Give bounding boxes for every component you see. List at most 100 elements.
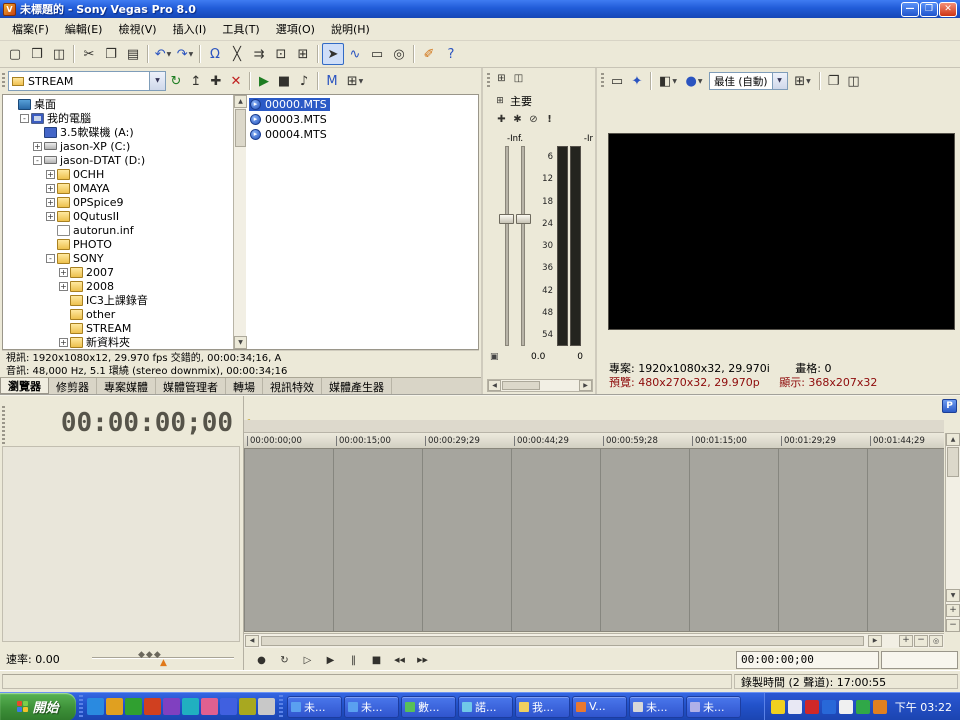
delete-icon[interactable]: ✕ [226,71,246,91]
taskbar-window-button[interactable]: 數... [401,696,456,718]
track-area[interactable] [244,449,944,632]
auto-preview-icon[interactable]: ♪ [294,71,314,91]
scroll-thumb[interactable] [502,381,540,390]
mixer-drag-handle[interactable] [487,73,490,89]
timeline-vertical-scrollbar[interactable]: ▲ ▼ + − [945,433,960,632]
quicklaunch-icon[interactable] [239,698,256,715]
tab-video-fx[interactable]: 視訊特效 [263,378,322,394]
tree-scrollbar[interactable]: ▲ ▼ [233,95,246,349]
zoom-tool-icon[interactable]: ◎ [929,635,943,647]
copy-snapshot-icon[interactable]: ❐ [824,71,844,91]
current-time-display[interactable]: 00:00:00;00 [61,408,233,438]
go-to-start-button[interactable]: ◀◀ [388,650,411,670]
close-button[interactable]: ✕ [939,2,957,17]
start-preview-icon[interactable]: ▶ [254,71,274,91]
interactive-tutorials-icon[interactable]: ✐ [418,43,440,65]
quality-dropdown-icon[interactable]: ▼ [698,78,703,85]
scroll-thumb[interactable] [235,109,246,147]
scroll-up-icon[interactable]: ▲ [946,433,960,446]
tree-item[interactable]: autorun.inf [3,223,233,237]
file-list[interactable]: ▸00000.MTS ▸00003.MTS ▸00004.MTS [246,95,478,349]
tree-expander[interactable]: - [46,254,55,263]
taskbar-window-button[interactable]: 未... [344,696,399,718]
meter-lock-icon[interactable]: ▣ [490,352,499,362]
file-item[interactable]: ▸00003.MTS [249,113,330,126]
up-one-level-icon[interactable]: ↥ [186,71,206,91]
language-bar-icon[interactable] [788,700,802,714]
redo-icon[interactable]: ↷▼ [174,43,196,65]
undo-icon[interactable]: ↶▼ [152,43,174,65]
taskbar-window-button[interactable]: 未... [686,696,741,718]
volume-fader-handle[interactable] [499,214,514,224]
folder-tree[interactable]: 桌面 -我的電腦 3.5軟碟機 (A:) +jason-XP (C:) -jas… [3,95,233,349]
stop-button[interactable]: ■ [365,650,388,670]
scroll-thumb[interactable] [947,447,959,477]
scroll-left-icon[interactable]: ◀ [488,380,501,391]
tab-media-manager[interactable]: 媒體管理者 [156,378,226,394]
external-monitor-icon[interactable]: ▭ [607,71,627,91]
tree-item[interactable]: IC3上課錄音 [3,293,233,307]
ime-smiley-icon[interactable] [771,700,785,714]
quicklaunch-icon[interactable] [106,698,123,715]
tree-expander[interactable]: + [59,268,68,277]
menu-help[interactable]: 說明(H) [323,18,378,40]
quality-select-arrow-icon[interactable]: ▼ [772,73,787,89]
mixer-scrollbar[interactable]: ◀ ▶ [487,379,593,392]
auto-crossfades-icon[interactable]: ╳ [226,43,248,65]
tree-item[interactable]: +0QutusII [3,209,233,223]
tree-item[interactable]: +0CHH [3,167,233,181]
envelope-edit-tool-icon[interactable]: ∿ [344,43,366,65]
fader-track[interactable] [505,146,509,346]
quicklaunch-icon[interactable] [125,698,142,715]
paste-icon[interactable]: ▤ [122,43,144,65]
views-dropdown-icon[interactable]: ▼ [359,78,364,85]
tree-expander[interactable]: + [33,142,42,151]
cut-icon[interactable]: ✂ [78,43,100,65]
rate-slider-pointer[interactable]: ▲ [160,658,167,668]
quicklaunch-icon[interactable] [144,698,161,715]
tree-item[interactable]: 桌面 [3,97,233,111]
insert-bus-icon[interactable]: ⊞ [494,71,509,86]
quicklaunch-icon[interactable] [163,698,180,715]
marker-tool-icon[interactable]: P [942,399,957,413]
time-ruler[interactable]: 00:00:00;00 00:00:15;00 00:00:29;29 00:0… [244,433,944,449]
zoom-out-time-icon[interactable]: − [914,635,928,647]
whats-this-help-icon[interactable]: ? [440,43,462,65]
timeline-horizontal-scrollbar[interactable]: ◀ ▶ + − ◎ [244,633,944,648]
tab-media-generators[interactable]: 媒體產生器 [322,378,392,394]
scroll-thumb[interactable] [261,636,864,646]
lock-envelopes-icon[interactable]: ⊡ [270,43,292,65]
save-snapshot-icon[interactable]: ◫ [844,71,864,91]
volume-fader-handle[interactable] [516,214,531,224]
quicklaunch-icon[interactable] [182,698,199,715]
media-manager-icon[interactable]: M [322,71,342,91]
menu-file[interactable]: 檔案(F) [4,18,57,40]
menu-options[interactable]: 選項(O) [268,18,323,40]
tree-expander[interactable]: - [20,114,29,123]
normal-edit-tool-icon[interactable]: ➤ [322,43,344,65]
save-icon[interactable]: ◫ [48,43,70,65]
file-selected[interactable]: ▸00000.MTS [249,98,330,111]
quicklaunch-icon[interactable] [220,698,237,715]
update-icon[interactable] [856,700,870,714]
tree-expander[interactable]: + [46,198,55,207]
scroll-right-icon[interactable]: ▶ [868,635,882,647]
zoom-in-track-icon[interactable]: + [946,604,960,617]
antivirus-icon[interactable] [805,700,819,714]
tree-item[interactable]: +2008 [3,279,233,293]
solo-icon[interactable]: ! [542,112,557,127]
preview-quality-icon[interactable]: ●▼ [681,71,707,91]
refresh-icon[interactable]: ↻ [166,71,186,91]
messenger-icon[interactable] [822,700,836,714]
stop-preview-icon[interactable]: ■ [274,71,294,91]
taskbar-window-button[interactable]: 諾... [458,696,513,718]
tree-item[interactable]: +2007 [3,265,233,279]
record-button[interactable]: ● [250,650,273,670]
title-bar[interactable]: V 未標題的 - Sony Vegas Pro 8.0 — ❐ ✕ [0,0,960,18]
enable-snapping-icon[interactable]: Ω [204,43,226,65]
open-icon[interactable]: ❒ [26,43,48,65]
taskbar-window-button[interactable]: 未... [287,696,342,718]
pause-button[interactable]: ‖ [342,650,365,670]
scroll-up-icon[interactable]: ▲ [234,95,247,108]
tree-item[interactable]: +jason-XP (C:) [3,139,233,153]
